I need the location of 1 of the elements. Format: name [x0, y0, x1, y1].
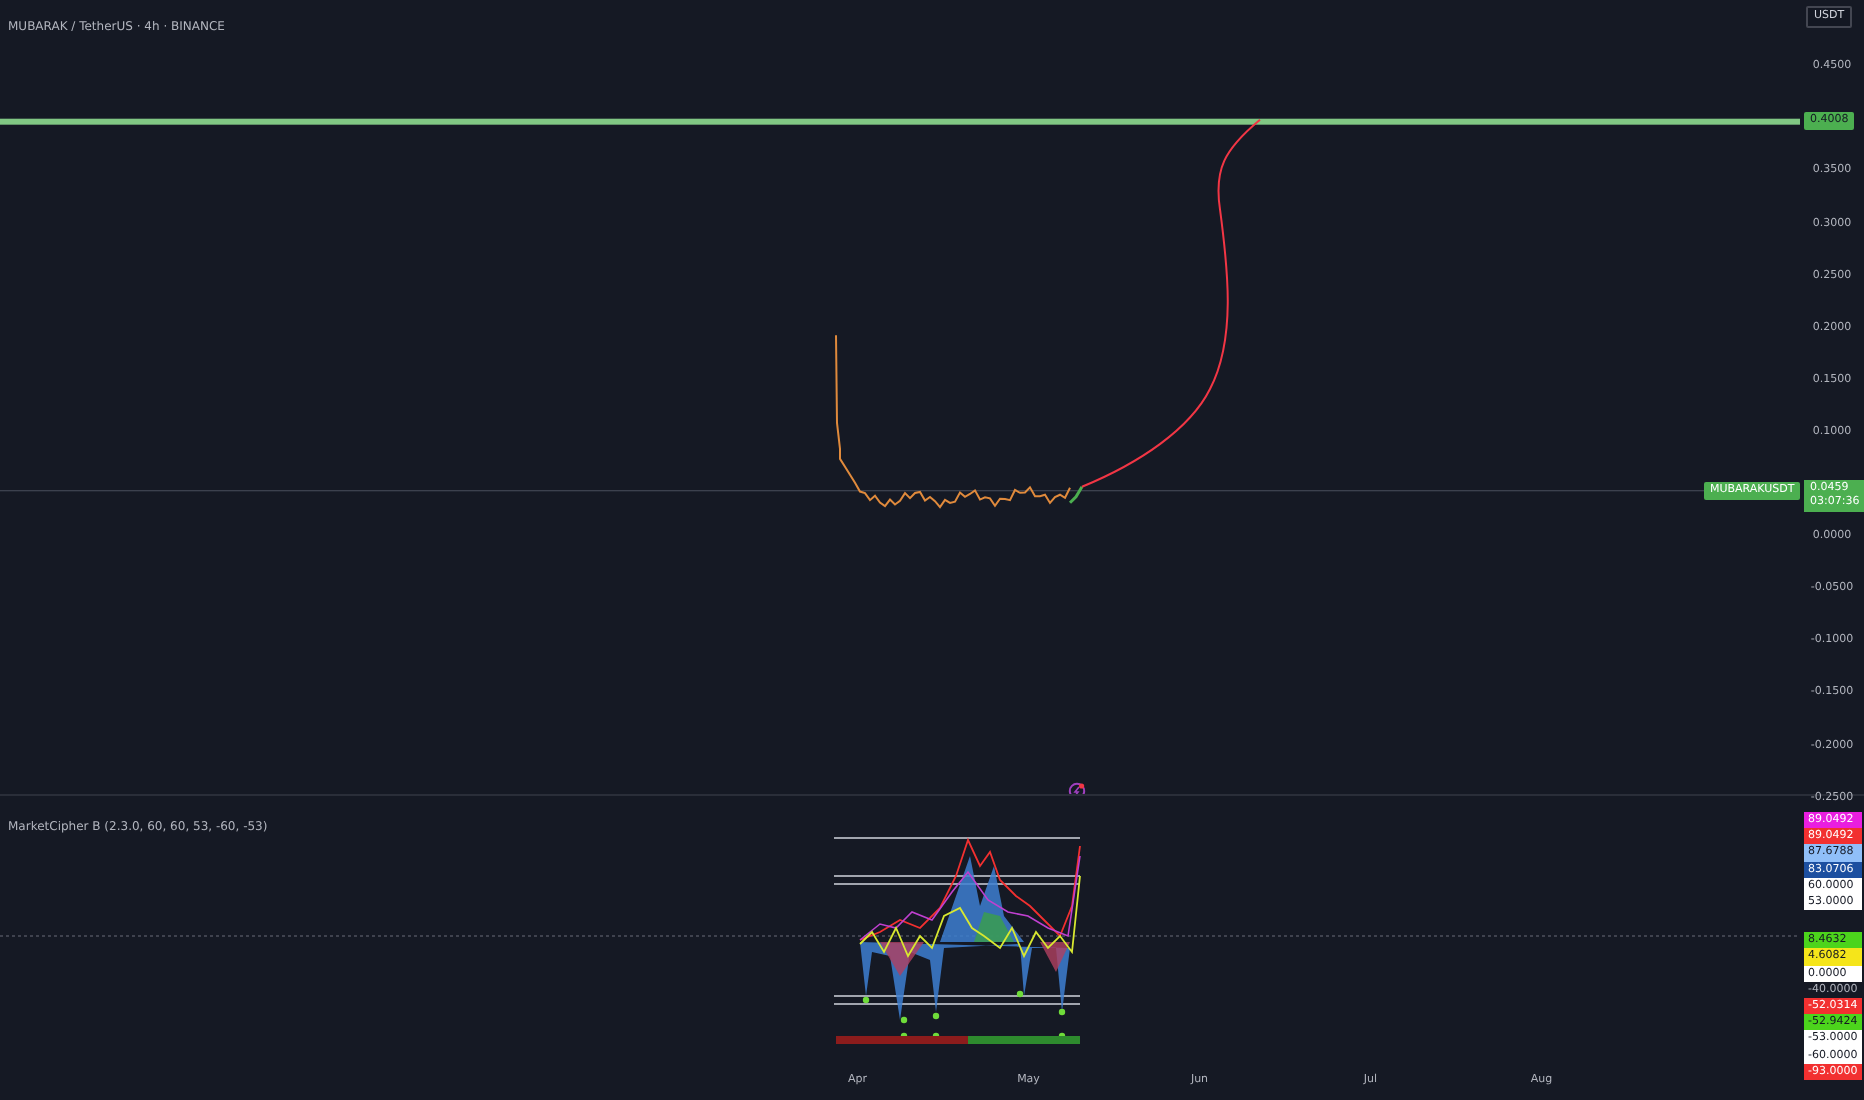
horizontal-line[interactable]: [0, 118, 1800, 125]
